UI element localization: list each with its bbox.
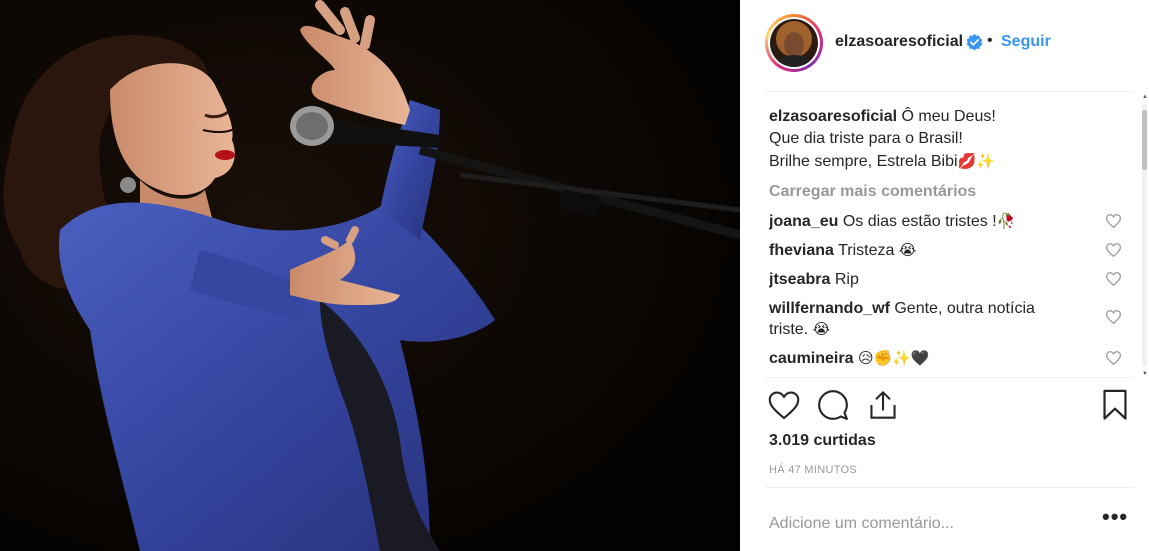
post-side-panel: elzasoaresoficial • Seguir elzasoaresofi… (740, 0, 1149, 551)
comment-like-heart-icon[interactable] (1106, 243, 1121, 257)
comment-item: joana_eu Os dias estão tristes !🥀 (769, 211, 1121, 232)
comment-item: jtseabra Rip (769, 269, 1121, 290)
comment-text: Tristeza (838, 242, 895, 259)
scroll-down-arrow-icon[interactable]: ▼ (1142, 371, 1148, 377)
comment-item: fheviana Tristeza 😭 (769, 240, 1121, 261)
header-separator-dot: • (987, 32, 993, 49)
post-owner-username[interactable]: elzasoaresoficial (835, 33, 963, 51)
share-button[interactable] (866, 388, 900, 422)
comment-bubble-icon (818, 390, 848, 420)
share-upload-icon (870, 391, 896, 419)
caption-line-2: Que dia triste para o Brasil! (769, 130, 963, 147)
heart-outline-icon (768, 391, 800, 419)
caption-username[interactable]: elzasoaresoficial (769, 108, 897, 125)
comment-emoji: 😭 (898, 241, 917, 259)
comment-item: caumineira 😥✊✨🖤 (769, 348, 1121, 369)
comment-item: willfernando_wf Gente, outra notícia tri… (769, 298, 1121, 340)
comment-like-heart-icon[interactable] (1106, 351, 1121, 365)
comment-username[interactable]: jtseabra (769, 271, 830, 288)
add-comment-input[interactable] (769, 512, 1069, 536)
caption-line-3: Brilhe sempre, Estrela Bibi (769, 153, 958, 170)
comment-username[interactable]: joana_eu (769, 213, 838, 230)
comments-list[interactable]: elzasoaresoficial Ô meu Deus! Que dia tr… (769, 106, 1121, 376)
comment-username[interactable]: fheviana (769, 242, 834, 259)
comment-username[interactable]: caumineira (769, 350, 853, 367)
likes-count[interactable]: 3.019 curtidas (769, 432, 876, 450)
like-button[interactable] (767, 388, 801, 422)
comment-button[interactable] (816, 388, 850, 422)
comment-emoji: 😥✊✨🖤 (857, 349, 930, 367)
follow-button[interactable]: Seguir (1001, 33, 1051, 51)
comment-text: Os dias estão tristes ! (842, 213, 997, 230)
caption-emojis: 💋✨ (957, 152, 995, 170)
more-options-button[interactable]: ••• (1102, 506, 1127, 536)
comment-like-heart-icon[interactable] (1106, 272, 1121, 286)
comment-emoji: 😭 (812, 320, 831, 338)
header-divider (765, 91, 1134, 92)
load-more-comments-button[interactable]: Carregar mais comentários (769, 181, 1121, 203)
post-photo[interactable] (0, 0, 740, 551)
save-button[interactable] (1098, 388, 1132, 422)
action-bar (740, 388, 1149, 428)
scrollbar-thumb[interactable] (1142, 110, 1147, 170)
comments-divider (765, 377, 1134, 378)
comment-emoji: 🥀 (996, 212, 1016, 230)
comment-box-divider (765, 487, 1134, 488)
bookmark-icon (1103, 389, 1127, 420)
post-timestamp[interactable]: HÁ 47 MINUTOS (769, 464, 857, 476)
post-header: elzasoaresoficial • Seguir (740, 0, 1149, 88)
scroll-up-arrow-icon[interactable]: ▲ (1142, 94, 1148, 100)
caption-line-1: Ô meu Deus! (901, 108, 996, 125)
comment-like-heart-icon[interactable] (1106, 214, 1121, 228)
comment-like-heart-icon[interactable] (1106, 310, 1121, 324)
singer-photo (0, 0, 740, 551)
avatar-image (768, 17, 820, 69)
post-caption: elzasoaresoficial Ô meu Deus! Que dia tr… (769, 106, 1121, 173)
verified-badge-icon (966, 34, 983, 51)
comment-text: Rip (834, 271, 859, 288)
comments-scrollbar[interactable]: ▲ ▼ (1140, 94, 1149, 377)
comment-username[interactable]: willfernando_wf (769, 300, 890, 317)
avatar[interactable] (765, 14, 823, 72)
